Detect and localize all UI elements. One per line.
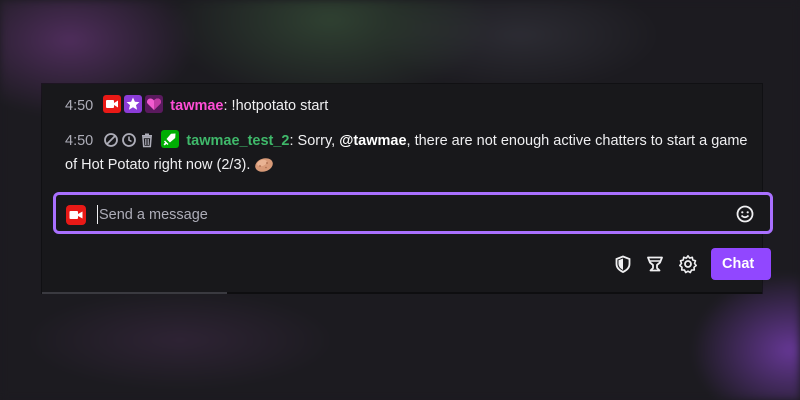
chat-input-box[interactable]: Send a message: [53, 192, 773, 234]
chat-username[interactable]: tawmae_test_2: [186, 133, 289, 149]
moderator-sword-badge-icon[interactable]: [161, 130, 180, 148]
emote-picker-smiley-icon[interactable]: [735, 204, 755, 224]
send-chat-button[interactable]: Chat: [711, 248, 771, 280]
message-input-placeholder[interactable]: Send a message: [99, 206, 208, 224]
message-text: !hotpotato start: [227, 98, 329, 114]
message-text: Sorry,: [293, 133, 340, 149]
delete-trash-icon[interactable]: [139, 132, 155, 148]
panel-divider: [42, 292, 762, 294]
subscriber-heart-badge-icon[interactable]: [145, 95, 164, 113]
chat-settings-gear-icon[interactable]: [678, 254, 698, 274]
mod-shield-icon[interactable]: [613, 254, 633, 274]
chat-message: 4:50 tawmae: !hotpotato start: [65, 94, 328, 118]
message-timestamp: 4:50: [65, 98, 94, 114]
text-caret: [97, 205, 98, 224]
chat-message: 4:50 tawmae_test_2: Sorry, @tawmae, ther…: [65, 129, 750, 177]
ban-icon[interactable]: [103, 132, 119, 148]
potato-emote-icon[interactable]: [253, 155, 275, 173]
chat-username[interactable]: tawmae: [170, 98, 223, 114]
vip-star-badge-icon[interactable]: [124, 95, 143, 113]
live-badge-icon[interactable]: [103, 95, 122, 113]
user-mention[interactable]: @tawmae: [339, 133, 406, 149]
message-timestamp: 4:50: [65, 133, 94, 149]
chat-rewards-trophy-icon[interactable]: [645, 254, 665, 274]
timeout-clock-icon[interactable]: [121, 132, 137, 148]
live-badge-icon: [66, 205, 86, 225]
